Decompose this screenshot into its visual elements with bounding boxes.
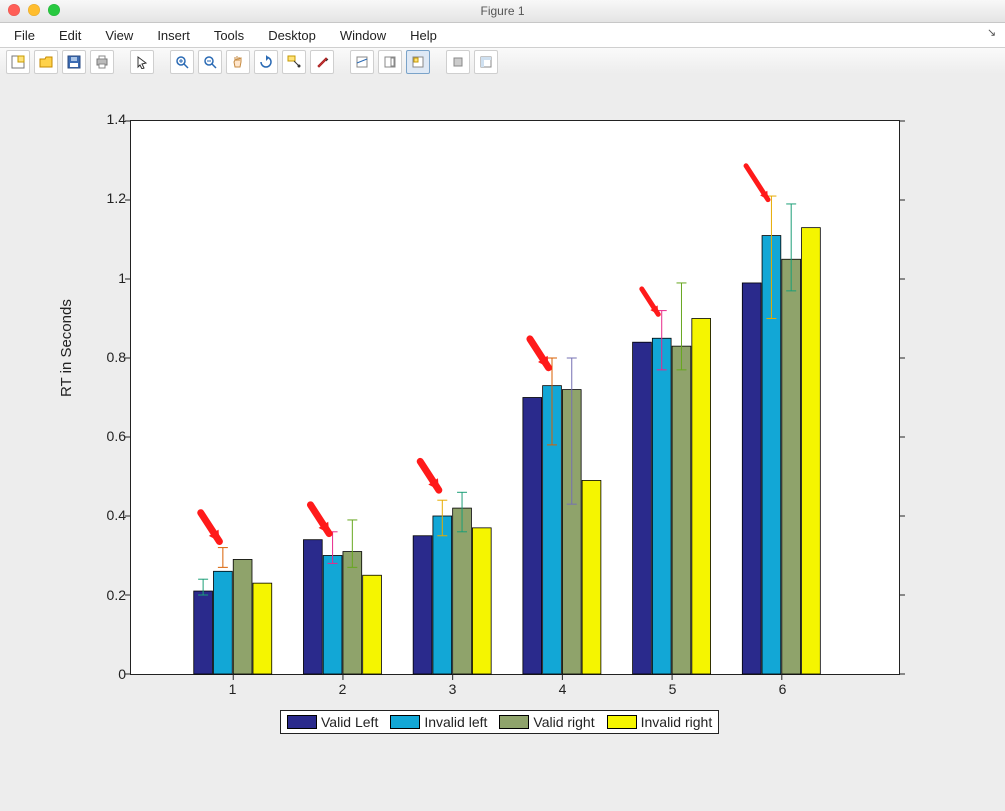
menu-help[interactable]: Help [400,26,447,45]
y-axis-label: RT in Seconds [58,299,75,397]
legend-item-valid-left: Valid Left [287,714,378,730]
toolbar [0,48,1005,77]
bar [413,536,432,674]
menu-tools[interactable]: Tools [204,26,254,45]
bar [742,283,761,674]
menu-window[interactable]: Window [330,26,396,45]
legend-item-valid-right: Valid right [499,714,594,730]
print-icon[interactable] [90,50,114,74]
open-icon[interactable] [34,50,58,74]
y-tick-label: 0 [96,666,126,682]
bar [672,346,691,674]
bar [802,228,821,674]
bar [523,398,542,675]
link-plots-icon[interactable] [406,50,430,74]
titlebar: Figure 1 [0,0,1005,23]
window-title: Figure 1 [0,0,1005,22]
legend: Valid Left Invalid left Valid right Inva… [280,710,719,734]
bar [652,338,671,674]
bar [453,508,472,674]
bar [194,591,213,674]
bar [472,528,491,674]
x-tick-label: 4 [553,681,573,697]
axes [130,120,900,675]
new-figure-icon[interactable] [6,50,30,74]
y-tick-label: 0.2 [96,587,126,603]
zoom-in-icon[interactable] [170,50,194,74]
rotate-icon[interactable] [254,50,278,74]
bar [433,516,452,674]
y-tick-label: 0.4 [96,507,126,523]
data-cursor-icon[interactable] [282,50,306,74]
brush-icon[interactable] [310,50,334,74]
figure-area: RT in Seconds 0 0.2 0.4 0.6 0.8 1 1.2 1.4 1 2 3 4 5… [0,74,1005,811]
insert-legend-icon[interactable] [378,50,402,74]
menu-overflow-icon[interactable]: ↘ [987,26,1001,40]
save-icon[interactable] [62,50,86,74]
bar [343,552,362,674]
insert-colorbar-icon[interactable] [350,50,374,74]
hide-plot-tools-icon[interactable] [446,50,470,74]
menu-view[interactable]: View [95,26,143,45]
bar [303,540,322,674]
x-tick-label: 5 [663,681,683,697]
pointer-icon[interactable] [130,50,154,74]
bar [692,319,711,675]
pan-icon[interactable] [226,50,250,74]
bar [582,480,601,674]
y-tick-label: 0.8 [96,349,126,365]
x-tick-label: 1 [223,681,243,697]
bar-chart [131,121,899,674]
menu-edit[interactable]: Edit [49,26,91,45]
bar [323,556,342,675]
y-tick-label: 1 [96,270,126,286]
menu-insert[interactable]: Insert [147,26,200,45]
bar [363,575,382,674]
menu-file[interactable]: File [4,26,45,45]
y-tick-label: 1.2 [96,190,126,206]
x-tick-label: 6 [773,681,793,697]
bar [633,342,652,674]
bar [253,583,272,674]
zoom-out-icon[interactable] [198,50,222,74]
x-tick-label: 2 [333,681,353,697]
bar [233,559,252,674]
bar [782,259,801,674]
legend-item-invalid-right: Invalid right [607,714,713,730]
menu-desktop[interactable]: Desktop [258,26,326,45]
show-plot-tools-icon[interactable] [474,50,498,74]
menubar: File Edit View Insert Tools Desktop Wind… [0,23,1005,48]
bar [213,571,232,674]
y-tick-label: 0.6 [96,428,126,444]
y-tick-label: 1.4 [96,111,126,127]
legend-item-invalid-left: Invalid left [390,714,487,730]
x-tick-label: 3 [443,681,463,697]
